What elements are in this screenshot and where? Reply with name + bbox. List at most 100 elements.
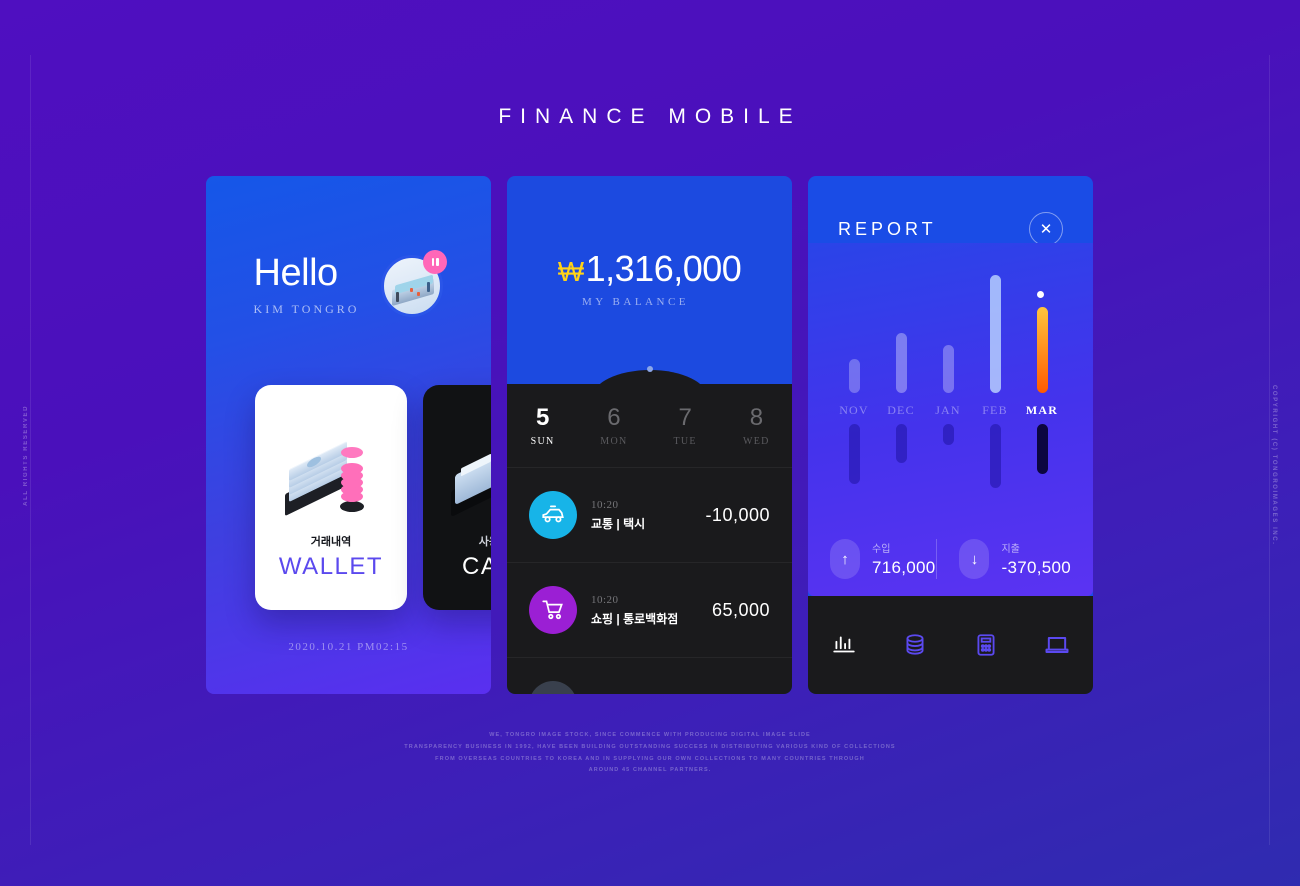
transaction-time: 10:20 [591, 593, 619, 606]
report-title: REPORT [838, 218, 937, 239]
avatar-wrap[interactable] [381, 249, 448, 317]
day-number: 7 [678, 404, 692, 431]
chart-column-feb[interactable]: FEB [971, 273, 1019, 488]
bar [1036, 291, 1048, 393]
screen-report: REPORT ✕ NOV DEC JAN FEB MAR ↑ 수입 716,000 ↓ … [808, 176, 1093, 694]
transaction-name: 쇼핑 | 통로백화점 [591, 611, 679, 626]
chart-column-jan[interactable]: JAN [924, 273, 972, 445]
day-selector[interactable]: 5 SUN 6 MON 7 TUE 8 WED [507, 404, 792, 448]
card-wallet-label: 거래내역 [310, 536, 352, 548]
expense-label: 지출 [1001, 544, 1020, 555]
chart-bar-expense [989, 424, 1001, 488]
transactions-sheet: 5 SUN 6 MON 7 TUE 8 WED 10:20 교통 | 택시 -1… [507, 366, 792, 694]
chart-bar-income [848, 273, 860, 393]
tab-laptop[interactable] [1022, 631, 1093, 659]
transaction-row[interactable]: 10:20 10,000 [507, 657, 792, 694]
user-name: KIM TONGRO [253, 302, 360, 316]
footer-text: WE, TONGRO IMAGE STOCK, SINCE COMMENCE W… [0, 730, 1300, 777]
chart-column-nov[interactable]: NOV [830, 273, 878, 484]
screen-wallet: Hello KIM TONGRO 거래내역 WALLET 사 CA 2020.1… [206, 176, 491, 694]
timestamp: 2020.10.21 PM02:15 [288, 641, 409, 653]
page-title: FINANCE MOBILE [498, 105, 802, 128]
transaction-amount: -10,000 [705, 504, 770, 525]
transaction-info: 10:20 교통 | 택시 [591, 499, 705, 532]
bar [848, 359, 860, 393]
day-item-6[interactable]: 6 MON [578, 404, 649, 448]
day-number: 5 [535, 404, 550, 431]
card-card-label: 사용내역 [478, 536, 491, 548]
all-rights-reserved-text: ALL RIGHTS RESERVED [23, 405, 29, 506]
transaction-row[interactable]: 10:20 교통 | 택시 -10,000 [507, 467, 792, 562]
tab-calculator[interactable] [951, 632, 1022, 658]
footer-line: WE, TONGRO IMAGE STOCK, SINCE COMMENCE W… [489, 732, 811, 738]
transaction-time: 10:20 [591, 498, 619, 511]
close-icon[interactable]: ✕ [1029, 212, 1063, 246]
taxi-icon [529, 491, 577, 539]
day-number: 6 [607, 404, 621, 431]
income-summary: ↑ 수입 716,000 [830, 539, 936, 579]
arrow-down-icon: ↓ [959, 539, 990, 579]
card-card-title: CARD [461, 553, 491, 580]
coin-shadow [340, 501, 364, 512]
chart-bar-expense [942, 424, 954, 445]
expense-value: -370,500 [1001, 558, 1071, 577]
greeting-block: Hello KIM TONGRO [254, 254, 360, 317]
footer-line: TRANSPARENCY BUSINESS IN 1992, HAVE BEEN… [404, 743, 896, 750]
avatar-figure-icon [427, 281, 431, 292]
avatar-cone-icon [410, 287, 414, 292]
chart-month-label: DEC [887, 403, 915, 417]
wallet-card-carousel[interactable]: 거래내역 WALLET 사용내역 CARD [255, 385, 491, 610]
chart-bar-income [989, 273, 1001, 393]
day-item-7[interactable]: 7 TUE [650, 404, 721, 448]
day-item-5[interactable]: 5 SUN [507, 404, 578, 448]
bar [895, 333, 907, 393]
bar [942, 345, 954, 393]
bottom-tab-bar[interactable] [808, 596, 1093, 694]
card-wallet-title: WALLET [278, 553, 384, 580]
avatar-figure-icon [396, 291, 400, 302]
chart-month-label: FEB [982, 403, 1008, 417]
day-name: TUE [673, 436, 697, 447]
card-wallet[interactable]: 거래내역 WALLET [255, 385, 407, 610]
sheet-notch[interactable] [591, 366, 708, 398]
bar [989, 275, 1001, 393]
notification-badge-icon[interactable] [423, 249, 448, 274]
sheet-handle-dot [646, 366, 653, 372]
chart-bar-expense [895, 424, 907, 463]
cart-icon [529, 586, 577, 634]
coin-icon [341, 447, 363, 458]
day-number: 8 [749, 404, 764, 431]
transaction-info: 10:20 쇼핑 | 통로백화점 [591, 594, 712, 627]
day-name: WED [743, 436, 770, 447]
chart-month-label: NOV [839, 403, 869, 417]
transaction-list[interactable]: 10:20 교통 | 택시 -10,000 10:20 쇼핑 | 통로백화점 6… [507, 467, 792, 694]
balance-amount: 1,316,000 [585, 248, 742, 289]
balance-amount-row: ₩ 1,316,000 [507, 248, 792, 290]
report-chart: NOV DEC JAN FEB MAR [808, 273, 1093, 533]
card-card[interactable]: 사용내역 CARD [423, 385, 491, 610]
report-header: REPORT ✕ [808, 212, 1093, 246]
chart-month-label: MAR [1025, 403, 1059, 417]
report-summary: ↑ 수입 716,000 ↓ 지출 -370,500 [808, 539, 1093, 579]
day-name: MON [600, 436, 628, 447]
day-item-8[interactable]: 8 WED [721, 404, 792, 448]
footer-line: AROUND 45 CHANNEL PARTNERS. [588, 767, 712, 774]
guide-line-left [30, 55, 31, 845]
chart-bar-income [1036, 273, 1048, 393]
chart-bar-expense [1036, 424, 1048, 474]
chart-month-label: JAN [935, 403, 961, 417]
chart-column-dec[interactable]: DEC [877, 273, 925, 463]
tab-bar-chart[interactable] [808, 632, 879, 658]
expense-summary: ↓ 지출 -370,500 [937, 539, 1071, 579]
income-label: 수입 [872, 544, 891, 555]
transaction-name: 교통 | 택시 [591, 516, 646, 531]
screen-balance: ₩ 1,316,000 MY BALANCE 5 SUN 6 MON 7 TUE… [507, 176, 792, 694]
chart-column-mar[interactable]: MAR [1018, 273, 1066, 474]
won-symbol-icon: ₩ [557, 256, 584, 287]
copyright-text: COPYRIGHT (C) TONGROIMAGES INC. [1271, 385, 1277, 546]
arrow-up-icon: ↑ [830, 539, 860, 579]
coin-icon [341, 463, 363, 474]
transaction-row[interactable]: 10:20 쇼핑 | 통로백화점 65,000 [507, 562, 792, 657]
tab-coins[interactable] [879, 632, 950, 658]
chart-bar-income [942, 273, 954, 393]
